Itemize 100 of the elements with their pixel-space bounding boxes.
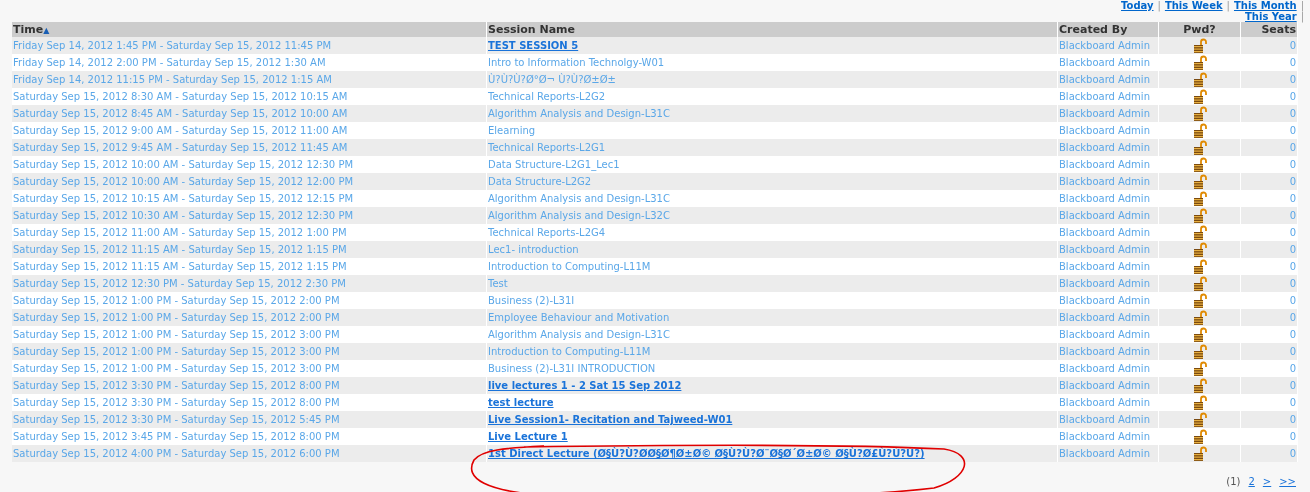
table-cell: Blackboard Admin <box>1057 37 1159 54</box>
table-cell: 0 <box>1240 360 1298 377</box>
session-link[interactable]: Test <box>488 278 508 289</box>
table-cell: Blackboard Admin <box>1057 173 1159 190</box>
table-cell: Blackboard Admin <box>1057 275 1159 292</box>
table-cell: Blackboard Admin <box>1057 105 1159 122</box>
table-cell: Blackboard Admin <box>1057 88 1159 105</box>
table-cell: Blackboard Admin <box>1057 377 1159 394</box>
padlock-icon <box>1192 394 1207 411</box>
table-cell: Saturday Sep 15, 2012 1:00 PM - Saturday Sep 15, 2012 3:00 PM <box>12 326 487 343</box>
separator: | <box>1300 11 1304 22</box>
padlock-icon <box>1192 54 1207 71</box>
table-cell: Blackboard Admin <box>1057 224 1159 241</box>
table-cell: Saturday Sep 15, 2012 4:00 PM - Saturday Sep 15, 2012 6:00 PM <box>12 445 487 462</box>
session-link[interactable]: Business (2)-L31I <box>488 295 575 306</box>
padlock-icon <box>1192 139 1207 156</box>
table-cell: Blackboard Admin <box>1057 445 1159 462</box>
padlock-icon <box>1192 275 1207 292</box>
table-cell: 0 <box>1240 105 1298 122</box>
padlock-icon <box>1192 207 1207 224</box>
session-link[interactable]: Lec1- introduction <box>488 244 579 255</box>
session-link[interactable]: Data Structure-L2G1_Lec1 <box>488 159 620 170</box>
table-cell: 0 <box>1240 275 1298 292</box>
session-link[interactable]: Elearning <box>488 125 536 136</box>
table-cell: Blackboard Admin <box>1057 156 1159 173</box>
column-header[interactable]: Seats <box>1240 22 1298 37</box>
table-cell: Saturday Sep 15, 2012 8:45 AM - Saturday Sep 15, 2012 10:00 AM <box>12 105 487 122</box>
table-cell: Saturday Sep 15, 2012 8:30 AM - Saturday Sep 15, 2012 10:15 AM <box>12 88 487 105</box>
session-link[interactable]: Ù?Ù?Ù?Ø°Ø¬ Ù?Ù?Ø±Ø± <box>488 74 616 85</box>
session-link[interactable]: Data Structure-L2G2 <box>488 176 592 187</box>
table-cell: 0 <box>1240 207 1298 224</box>
padlock-icon <box>1192 326 1207 343</box>
table-cell: Saturday Sep 15, 2012 11:00 AM - Saturday Sep 15, 2012 1:00 PM <box>12 224 487 241</box>
table-cell: 0 <box>1240 71 1298 88</box>
table-cell: Blackboard Admin <box>1057 292 1159 309</box>
table-cell: Saturday Sep 15, 2012 1:00 PM - Saturday Sep 15, 2012 3:00 PM <box>12 360 487 377</box>
padlock-icon <box>1192 122 1207 139</box>
table-cell: Saturday Sep 15, 2012 11:15 AM - Saturday Sep 15, 2012 1:15 PM <box>12 241 487 258</box>
table-cell: Blackboard Admin <box>1057 207 1159 224</box>
column-header[interactable]: Session Name <box>486 22 1058 37</box>
table-cell: 0 <box>1240 445 1298 462</box>
current-page: (1) <box>1226 476 1241 487</box>
table-cell: Blackboard Admin <box>1057 139 1159 156</box>
table-cell: 0 <box>1240 377 1298 394</box>
table-cell: 0 <box>1240 343 1298 360</box>
date-range-link[interactable]: This Week <box>1164 0 1223 11</box>
session-link[interactable]: Introduction to Computing-L11M <box>488 346 651 357</box>
pagination-link[interactable]: >> <box>1279 476 1296 487</box>
pagination-link[interactable]: 2 <box>1248 476 1255 487</box>
padlock-icon <box>1192 71 1207 88</box>
table-cell: Blackboard Admin <box>1057 190 1159 207</box>
table-cell: Blackboard Admin <box>1057 360 1159 377</box>
table-cell: Saturday Sep 15, 2012 11:15 AM - Saturday Sep 15, 2012 1:15 PM <box>12 258 487 275</box>
table-cell: Blackboard Admin <box>1057 258 1159 275</box>
session-link[interactable]: Technical Reports-L2G2 <box>488 91 606 102</box>
session-link[interactable]: Technical Reports-L2G4 <box>488 227 606 238</box>
table-cell: Blackboard Admin <box>1057 54 1159 71</box>
separator: | <box>1157 0 1161 11</box>
padlock-icon <box>1192 173 1207 190</box>
session-link[interactable]: test lecture <box>488 397 554 408</box>
table-cell: Blackboard Admin <box>1057 71 1159 88</box>
table-cell: Friday Sep 14, 2012 1:45 PM - Saturday Sep 15, 2012 11:45 PM <box>12 37 487 54</box>
table-cell: 0 <box>1240 173 1298 190</box>
table-cell: 0 <box>1240 292 1298 309</box>
session-link[interactable]: Introduction to Computing-L11M <box>488 261 651 272</box>
date-range-link[interactable]: This Month <box>1233 0 1297 11</box>
session-link[interactable]: Live Lecture 1 <box>488 431 568 442</box>
table-cell: Saturday Sep 15, 2012 3:30 PM - Saturday Sep 15, 2012 8:00 PM <box>12 394 487 411</box>
padlock-icon <box>1192 258 1207 275</box>
table-cell: Saturday Sep 15, 2012 10:00 AM - Saturday Sep 15, 2012 12:00 PM <box>12 173 487 190</box>
padlock-icon <box>1192 411 1207 428</box>
separator: | <box>1226 0 1230 11</box>
table-cell: 0 <box>1240 156 1298 173</box>
table-cell: Blackboard Admin <box>1057 394 1159 411</box>
session-link[interactable]: Technical Reports-L2G1 <box>488 142 606 153</box>
column-header[interactable]: Time▲ <box>12 22 487 37</box>
table-cell: Blackboard Admin <box>1057 343 1159 360</box>
date-range-link[interactable]: Today <box>1121 0 1154 11</box>
padlock-icon <box>1192 445 1207 462</box>
date-range-link[interactable]: This Year <box>1245 11 1297 22</box>
table-cell: 0 <box>1240 428 1298 445</box>
padlock-icon <box>1192 190 1207 207</box>
pagination-link[interactable]: > <box>1262 476 1272 487</box>
session-link[interactable]: TEST SESSION 5 <box>488 40 579 51</box>
session-link[interactable]: Business (2)-L31I INTRODUCTION <box>488 363 656 374</box>
padlock-icon <box>1192 88 1207 105</box>
padlock-icon <box>1192 377 1207 394</box>
table-cell: 0 <box>1240 309 1298 326</box>
table-cell: 0 <box>1240 54 1298 71</box>
padlock-icon <box>1192 292 1207 309</box>
table-cell: Blackboard Admin <box>1057 411 1159 428</box>
table-cell: 0 <box>1240 190 1298 207</box>
table-cell: Saturday Sep 15, 2012 10:15 AM - Saturday Sep 15, 2012 12:15 PM <box>12 190 487 207</box>
table-cell: 0 <box>1240 139 1298 156</box>
table-cell: Saturday Sep 15, 2012 3:45 PM - Saturday Sep 15, 2012 8:00 PM <box>12 428 487 445</box>
column-header[interactable]: Pwd? <box>1158 22 1241 37</box>
table-cell: 0 <box>1240 224 1298 241</box>
column-header[interactable]: Created By <box>1057 22 1159 37</box>
table-cell: Saturday Sep 15, 2012 3:30 PM - Saturday Sep 15, 2012 5:45 PM <box>12 411 487 428</box>
separator: | <box>1300 0 1304 11</box>
